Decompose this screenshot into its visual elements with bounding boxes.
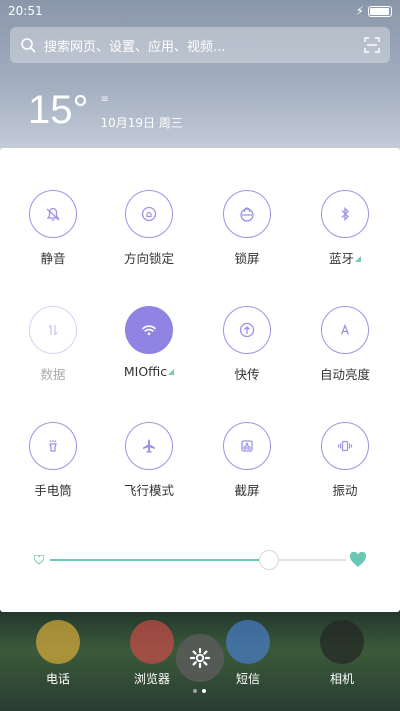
weather-widget[interactable]: 15° ≡ 10月19日 周三 — [28, 88, 183, 132]
dock-label: 短信 — [235, 672, 260, 686]
toggle-tile[interactable]: 手电筒 — [8, 422, 98, 499]
toggle-label: 蓝牙 — [328, 251, 354, 266]
share-icon — [239, 322, 255, 338]
toggle-tile[interactable]: 截屏 — [202, 422, 292, 499]
gear-icon — [189, 647, 211, 669]
toggle-label: 截屏 — [234, 483, 260, 498]
toggle-label: 振动 — [332, 483, 358, 498]
page-dot — [193, 689, 197, 693]
weather-date: 10月19日 周三 — [100, 116, 183, 130]
toggle-label: 快传 — [234, 367, 260, 382]
camera-app-icon — [320, 620, 364, 664]
weather-temperature: 15° — [28, 88, 89, 132]
toggle-button[interactable] — [321, 422, 369, 470]
toggle-label: 飞行模式 — [123, 483, 174, 498]
search-bar[interactable]: 搜索网页、设置、应用、视频... — [10, 27, 390, 63]
toggle-button[interactable] — [125, 190, 173, 238]
dock-label: 电话 — [45, 672, 70, 686]
toggle-label: 手电筒 — [34, 483, 72, 498]
page-dot-active — [202, 689, 206, 693]
status-bar: 20:51 ⚡ — [0, 0, 400, 22]
dock-phone[interactable]: 电话 — [28, 620, 88, 687]
toggle-button[interactable] — [223, 422, 271, 470]
toggle-tile[interactable]: 静音 — [8, 190, 98, 267]
messages-app-icon — [226, 620, 270, 664]
weather-fog-icon: ≡ — [100, 94, 109, 105]
auto-brightness-icon — [340, 323, 350, 335]
wifi-icon — [142, 325, 156, 336]
toggle-tile[interactable]: 方向锁定 — [104, 190, 194, 267]
toggle-tile[interactable]: 锁屏 — [202, 190, 292, 267]
toggle-tile[interactable]: 自动亮度 — [300, 306, 390, 383]
bluetooth-icon — [341, 206, 349, 222]
toggle-tile[interactable]: 振动 — [300, 422, 390, 499]
toggle-button[interactable] — [29, 190, 77, 238]
rotation-lock-icon — [141, 206, 157, 222]
dock-label: 浏览器 — [133, 672, 170, 686]
toggle-button[interactable] — [125, 422, 173, 470]
brightness-slider[interactable] — [34, 548, 366, 572]
brightness-track[interactable] — [50, 559, 346, 561]
browser-app-icon — [130, 620, 174, 664]
toggle-button[interactable] — [125, 306, 173, 354]
toggle-button[interactable] — [29, 306, 77, 354]
toggle-button[interactable] — [321, 306, 369, 354]
toggle-label: 方向锁定 — [123, 251, 174, 266]
toggle-tile[interactable]: 数据 — [8, 306, 98, 383]
toggle-button[interactable] — [223, 306, 271, 354]
toggle-label: 自动亮度 — [319, 367, 370, 382]
battery-icon — [368, 5, 392, 17]
status-time: 20:51 — [8, 4, 43, 18]
dock-messages[interactable]: 短信 — [218, 620, 278, 687]
toggle-tile[interactable]: 蓝牙 — [300, 190, 390, 267]
expand-indicator-icon — [355, 256, 361, 262]
dock-label: 相机 — [329, 672, 354, 686]
brightness-high-icon — [350, 552, 366, 567]
vibrate-icon — [337, 440, 353, 452]
lock-icon — [240, 207, 254, 222]
toggle-button[interactable] — [321, 190, 369, 238]
charging-icon: ⚡ — [355, 4, 364, 18]
toggle-label: 锁屏 — [234, 251, 260, 266]
toggle-label: 数据 — [40, 367, 66, 382]
airplane-icon — [143, 439, 155, 453]
search-icon — [21, 38, 36, 53]
wallpaper-top — [0, 0, 400, 160]
toggle-button[interactable] — [223, 190, 271, 238]
page-indicator — [193, 689, 206, 693]
toggle-button[interactable] — [29, 422, 77, 470]
brightness-knob[interactable] — [259, 550, 280, 570]
bell-off-icon — [46, 207, 60, 221]
screenshot-icon — [241, 440, 253, 452]
toggle-tile[interactable]: 快传 — [202, 306, 292, 383]
scan-icon[interactable] — [364, 37, 380, 53]
dock-camera[interactable]: 相机 — [312, 620, 372, 687]
toggle-label: 静音 — [40, 251, 66, 266]
toggle-tile[interactable]: MIOffic — [104, 306, 194, 380]
toggle-tile[interactable]: 飞行模式 — [104, 422, 194, 499]
toggle-label: MIOffic — [123, 364, 168, 379]
mobile-data-icon — [48, 324, 58, 336]
dock-browser[interactable]: 浏览器 — [122, 620, 182, 687]
settings-button[interactable] — [176, 634, 224, 682]
brightness-low-icon — [34, 555, 44, 565]
phone-app-icon — [36, 620, 80, 664]
flashlight-icon — [49, 440, 57, 452]
quick-settings-panel: 静音 方向锁定 锁屏 蓝牙数据 MIOffic 快传 自动亮度手电筒 飞行模式 截屏 振动 — [0, 148, 400, 612]
search-placeholder: 搜索网页、设置、应用、视频... — [44, 39, 226, 55]
expand-indicator-icon — [168, 369, 175, 375]
